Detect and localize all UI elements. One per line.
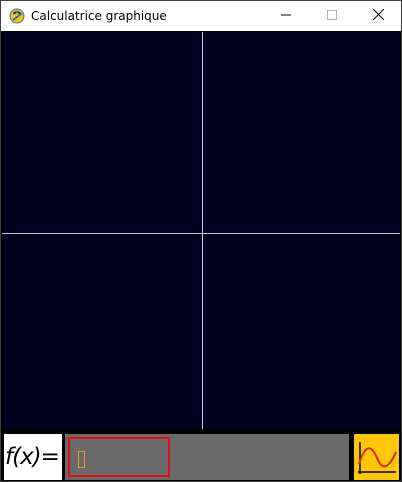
function-label: f(x)= [5, 444, 60, 470]
function-label-box: f(x)= [4, 434, 62, 480]
app-window: Calculatrice graphique f(x)= [0, 0, 402, 482]
function-input[interactable] [68, 437, 170, 477]
input-panel[interactable] [65, 434, 349, 480]
graph-canvas[interactable] [2, 32, 400, 429]
text-cursor [78, 451, 85, 468]
minimize-icon [281, 7, 291, 25]
close-button[interactable] [355, 1, 401, 31]
title-bar[interactable]: Calculatrice graphique [1, 1, 401, 31]
plot-button[interactable] [354, 434, 399, 480]
function-input-bar: f(x)= [1, 429, 401, 481]
minimize-button[interactable] [263, 1, 309, 31]
maximize-icon [327, 7, 337, 25]
close-icon [372, 7, 384, 25]
window-title: Calculatrice graphique [31, 9, 167, 23]
y-axis [202, 32, 203, 429]
curve-plot-icon [354, 442, 399, 482]
python-snake-icon [9, 8, 25, 24]
x-axis [2, 233, 400, 234]
maximize-button[interactable] [309, 1, 355, 31]
